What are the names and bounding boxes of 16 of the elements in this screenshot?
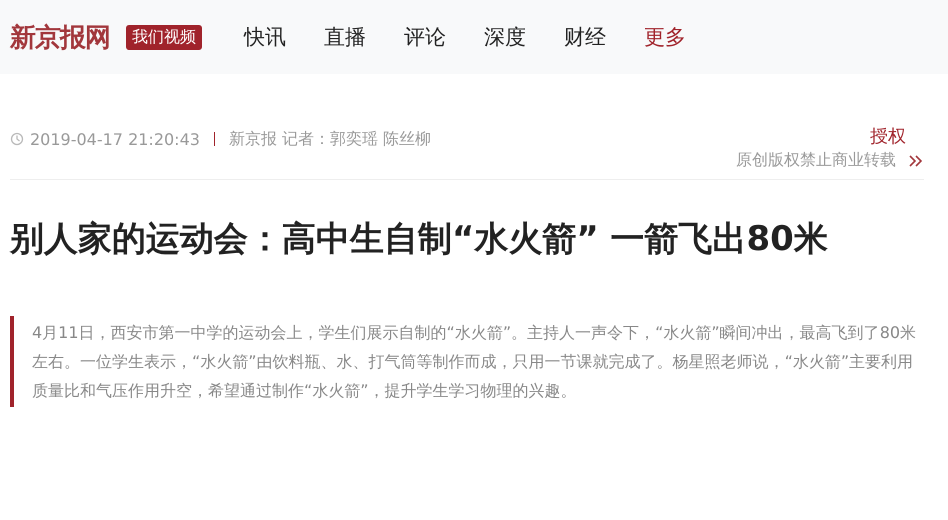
double-chevron-icon[interactable] [908, 154, 924, 168]
nav-link[interactable]: 深度 [484, 23, 526, 51]
nav-link[interactable]: 直播 [324, 23, 366, 51]
copyright-notice: 原创版权禁止商业转载 [736, 150, 896, 171]
clock-icon [10, 132, 24, 146]
article-title: 别人家的运动会：高中生自制“水火箭” 一箭飞出80米 [10, 218, 829, 261]
nav-link[interactable]: 评论 [404, 23, 446, 51]
site-logo[interactable]: 新京报网 [10, 20, 110, 54]
nav-link[interactable]: 财经 [564, 23, 606, 51]
nav-link[interactable]: 更多 [644, 23, 686, 51]
license-link[interactable]: 授权 [870, 124, 906, 148]
article-source: 新京报 记者：郭奕瑶 陈丝柳 [228, 128, 432, 150]
video-link[interactable]: 我们视频 [126, 24, 202, 50]
article-summary: 4月11日，西安市第一中学的运动会上，学生们展示自制的“水火箭”。主持人一声令下，“水火箭”瞬间冲出，最高飞到了80米左右。一位学生表示，“水火箭”由饮料瓶、水、打气筒等制作而成，只用一节课就完成了。杨星照老师说，“水火箭”主要利用质量比和气压作用升空，希望通过制作“水火箭”，提升学生学习物理的兴趣。 [10, 316, 918, 407]
nav-link[interactable]: 快讯 [244, 23, 286, 51]
publish-time: 2019-04-17 21:20:43 [30, 130, 200, 148]
